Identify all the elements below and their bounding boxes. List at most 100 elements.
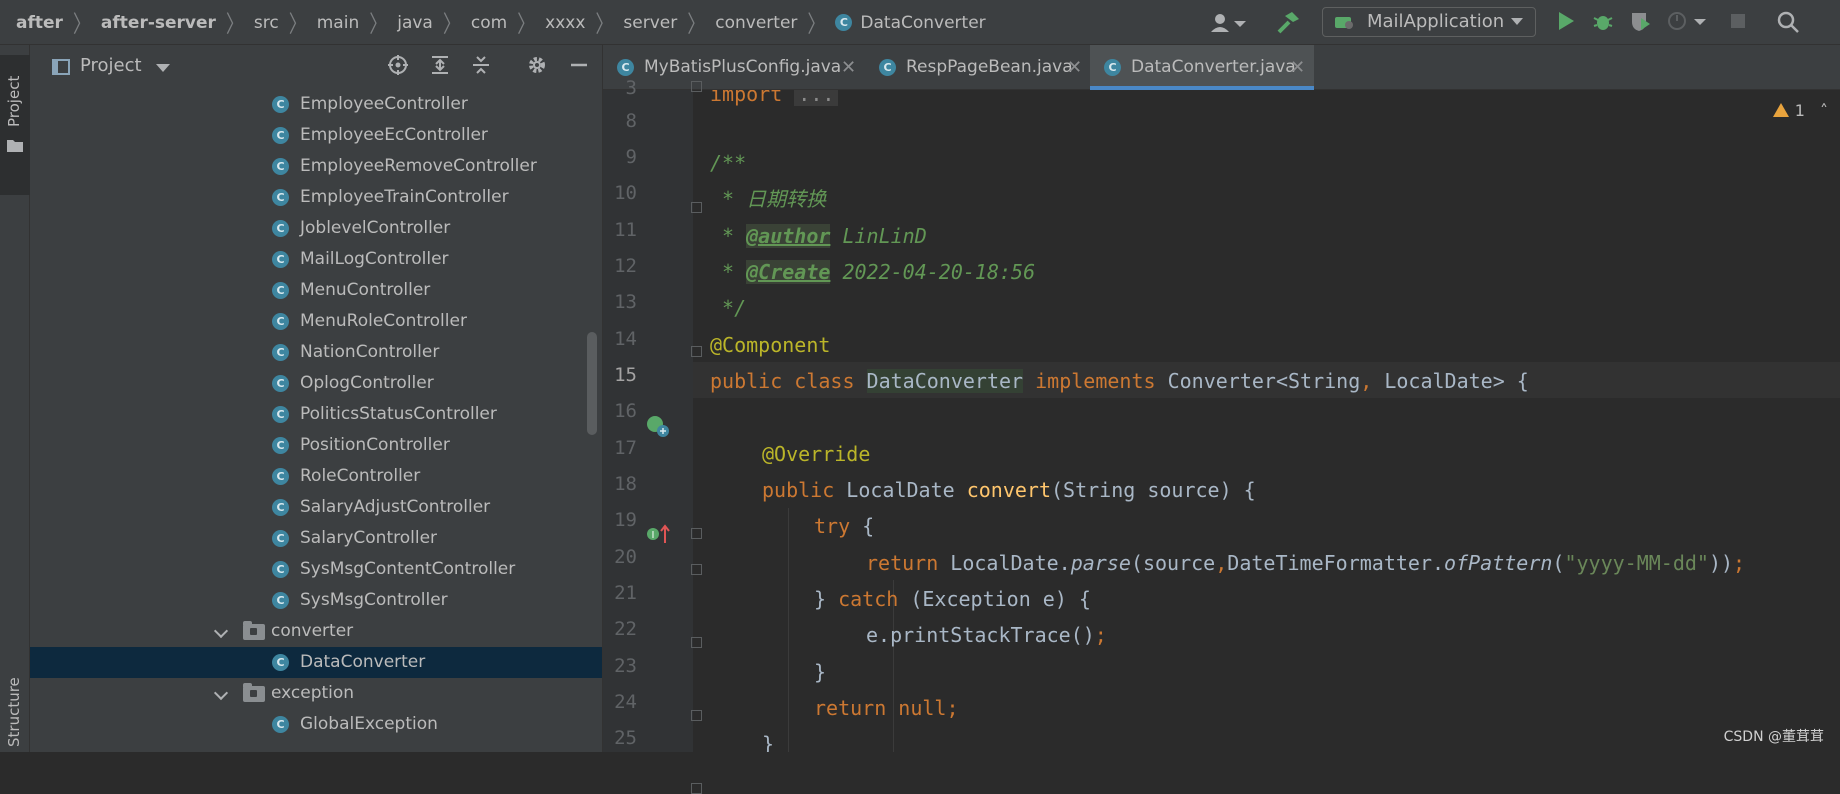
inspection-widget[interactable]: 1 ˄ <box>1772 101 1828 120</box>
tree-item-class[interactable]: C RoleController <box>30 461 602 492</box>
tree-item-class[interactable]: C EmployeeRemoveController <box>30 151 602 182</box>
project-tool-button[interactable]: Project <box>0 55 30 195</box>
class-icon: C <box>272 220 289 237</box>
tree-item-class[interactable]: C EmployeeController <box>30 89 602 120</box>
breadcrumb-separator-icon: 〉 <box>288 10 307 39</box>
watermark: CSDN @董茸茸 <box>1723 729 1824 745</box>
breadcrumb-item[interactable]: java <box>397 13 433 33</box>
tree-item-class[interactable]: C GlobalException <box>30 709 602 740</box>
tab-dataconverter[interactable]: C DataConverter.java ✕ <box>1090 45 1314 90</box>
tree-item-class[interactable]: C JoblevelController <box>30 213 602 244</box>
user-icon[interactable] <box>1206 10 1250 36</box>
line-number: 19 <box>614 509 637 531</box>
folded-imports[interactable]: ... <box>794 90 839 106</box>
breadcrumb-item[interactable]: server <box>623 13 677 33</box>
class-icon: C <box>272 189 289 206</box>
chevron-down-icon[interactable] <box>156 64 170 72</box>
hide-panel-icon[interactable] <box>566 54 592 80</box>
svg-text:I: I <box>652 530 655 541</box>
line-number: 18 <box>614 473 637 495</box>
breadcrumb-separator-icon: 〉 <box>807 10 826 39</box>
override-method-icon[interactable]: I <box>645 523 671 545</box>
line-number: 22 <box>614 618 637 640</box>
tree-item-class-selected[interactable]: C DataConverter <box>30 647 602 678</box>
line-number: 17 <box>614 437 637 459</box>
coverage-icon[interactable] <box>1627 10 1653 36</box>
tree-item-folder[interactable]: converter <box>30 616 602 647</box>
tree-item-label: exception <box>271 683 355 703</box>
collapse-all-icon[interactable] <box>468 54 494 80</box>
code-line-15: public class DataConverter implements Co… <box>710 369 1529 393</box>
close-icon[interactable]: ✕ <box>841 45 856 90</box>
tab-label: DataConverter.java <box>1131 57 1296 77</box>
tab-resppagebean[interactable]: C RespPageBean.java ✕ <box>865 45 1090 90</box>
tree-item-class[interactable]: C PositionController <box>30 430 602 461</box>
breadcrumb-item[interactable]: after-server <box>101 13 216 33</box>
tree-item-class[interactable]: C SalaryAdjustController <box>30 492 602 523</box>
tree-item-label: SalaryAdjustController <box>300 497 491 517</box>
fold-marker-icon[interactable] <box>691 783 702 794</box>
class-icon: C <box>272 499 289 516</box>
close-icon[interactable]: ✕ <box>1290 45 1305 90</box>
tree-item-class[interactable]: C MenuController <box>30 275 602 306</box>
class-icon: C <box>272 592 289 609</box>
editor-gutter: 3 8 9 10 11 12 13 14 15 16 17 18 19 20 2… <box>603 77 702 794</box>
tree-item-class[interactable]: C EmployeeTrainController <box>30 182 602 213</box>
run-icon[interactable] <box>1553 10 1579 36</box>
tree-item-folder[interactable]: exception <box>30 678 602 709</box>
tree-scrollbar[interactable] <box>587 332 597 435</box>
code-area[interactable]: import ... /** * 日期转换 * @author LinLinD … <box>693 90 1840 752</box>
breadcrumb-item[interactable]: converter <box>715 13 797 33</box>
tree-item-label: OplogController <box>300 373 434 393</box>
tree-item-label: PoliticsStatusController <box>300 404 497 424</box>
stop-icon[interactable] <box>1725 10 1751 36</box>
tree-item-class[interactable]: C MenuRoleController <box>30 306 602 337</box>
profiler-icon[interactable] <box>1665 10 1691 36</box>
tree-item-label: RoleController <box>300 466 421 486</box>
tab-mybatisplusconfig[interactable]: C MyBatisPlusConfig.java ✕ <box>603 45 865 90</box>
tree-item-class[interactable]: C SysMsgController <box>30 585 602 616</box>
tree-item-label: SysMsgController <box>300 590 448 610</box>
breadcrumb-item[interactable]: main <box>317 13 359 33</box>
line-number: 12 <box>614 255 637 277</box>
breadcrumb-item[interactable]: DataConverter <box>860 13 985 33</box>
structure-tool-button[interactable]: Structure <box>0 655 30 752</box>
locate-icon[interactable] <box>385 54 411 80</box>
close-icon[interactable]: ✕ <box>1067 45 1082 90</box>
expand-all-icon[interactable] <box>427 54 453 80</box>
chevron-down-icon[interactable] <box>1692 10 1708 36</box>
search-icon[interactable] <box>1775 10 1801 36</box>
run-configuration-label: MailApplication <box>1367 11 1505 32</box>
build-hammer-icon[interactable] <box>1274 10 1302 36</box>
class-icon: C <box>272 251 289 268</box>
warning-count: 1 <box>1794 101 1805 120</box>
debug-icon[interactable] <box>1590 10 1616 36</box>
tree-item-class[interactable]: C SalaryController <box>30 523 602 554</box>
chevron-down-icon[interactable] <box>213 685 229 701</box>
code-line-21: } catch (Exception e) { <box>814 587 1091 611</box>
class-icon: C <box>272 437 289 454</box>
chevron-up-icon[interactable]: ˄ <box>1820 101 1828 120</box>
breadcrumb-separator-icon: 〉 <box>225 10 244 39</box>
breadcrumb-item[interactable]: com <box>471 13 507 33</box>
code-editor: C MyBatisPlusConfig.java ✕ C RespPageBea… <box>602 45 1840 794</box>
breadcrumb-item[interactable]: xxxx <box>545 13 585 33</box>
class-icon: C <box>835 14 853 31</box>
chevron-down-icon[interactable] <box>213 623 229 639</box>
tree-item-class[interactable]: C NationController <box>30 337 602 368</box>
class-icon: C <box>272 313 289 330</box>
tree-item-class[interactable]: C SysMsgContentController <box>30 554 602 585</box>
line-number: 16 <box>614 400 637 422</box>
tree-item-class[interactable]: C OplogController <box>30 368 602 399</box>
breadcrumb-item[interactable]: after <box>16 13 63 33</box>
tree-item-class[interactable]: C MailLogController <box>30 244 602 275</box>
gear-icon[interactable] <box>524 54 550 80</box>
class-icon: C <box>1104 59 1121 76</box>
breadcrumb-separator-icon: 〉 <box>595 10 614 39</box>
project-panel-title[interactable]: Project <box>80 55 142 76</box>
run-configuration-dropdown[interactable]: MailApplication <box>1322 7 1536 37</box>
breadcrumb-item[interactable]: src <box>254 13 279 33</box>
tree-item-class[interactable]: C PoliticsStatusController <box>30 399 602 430</box>
tree-item-class[interactable]: C EmployeeEcController <box>30 120 602 151</box>
spring-bean-icon[interactable] <box>645 414 671 438</box>
